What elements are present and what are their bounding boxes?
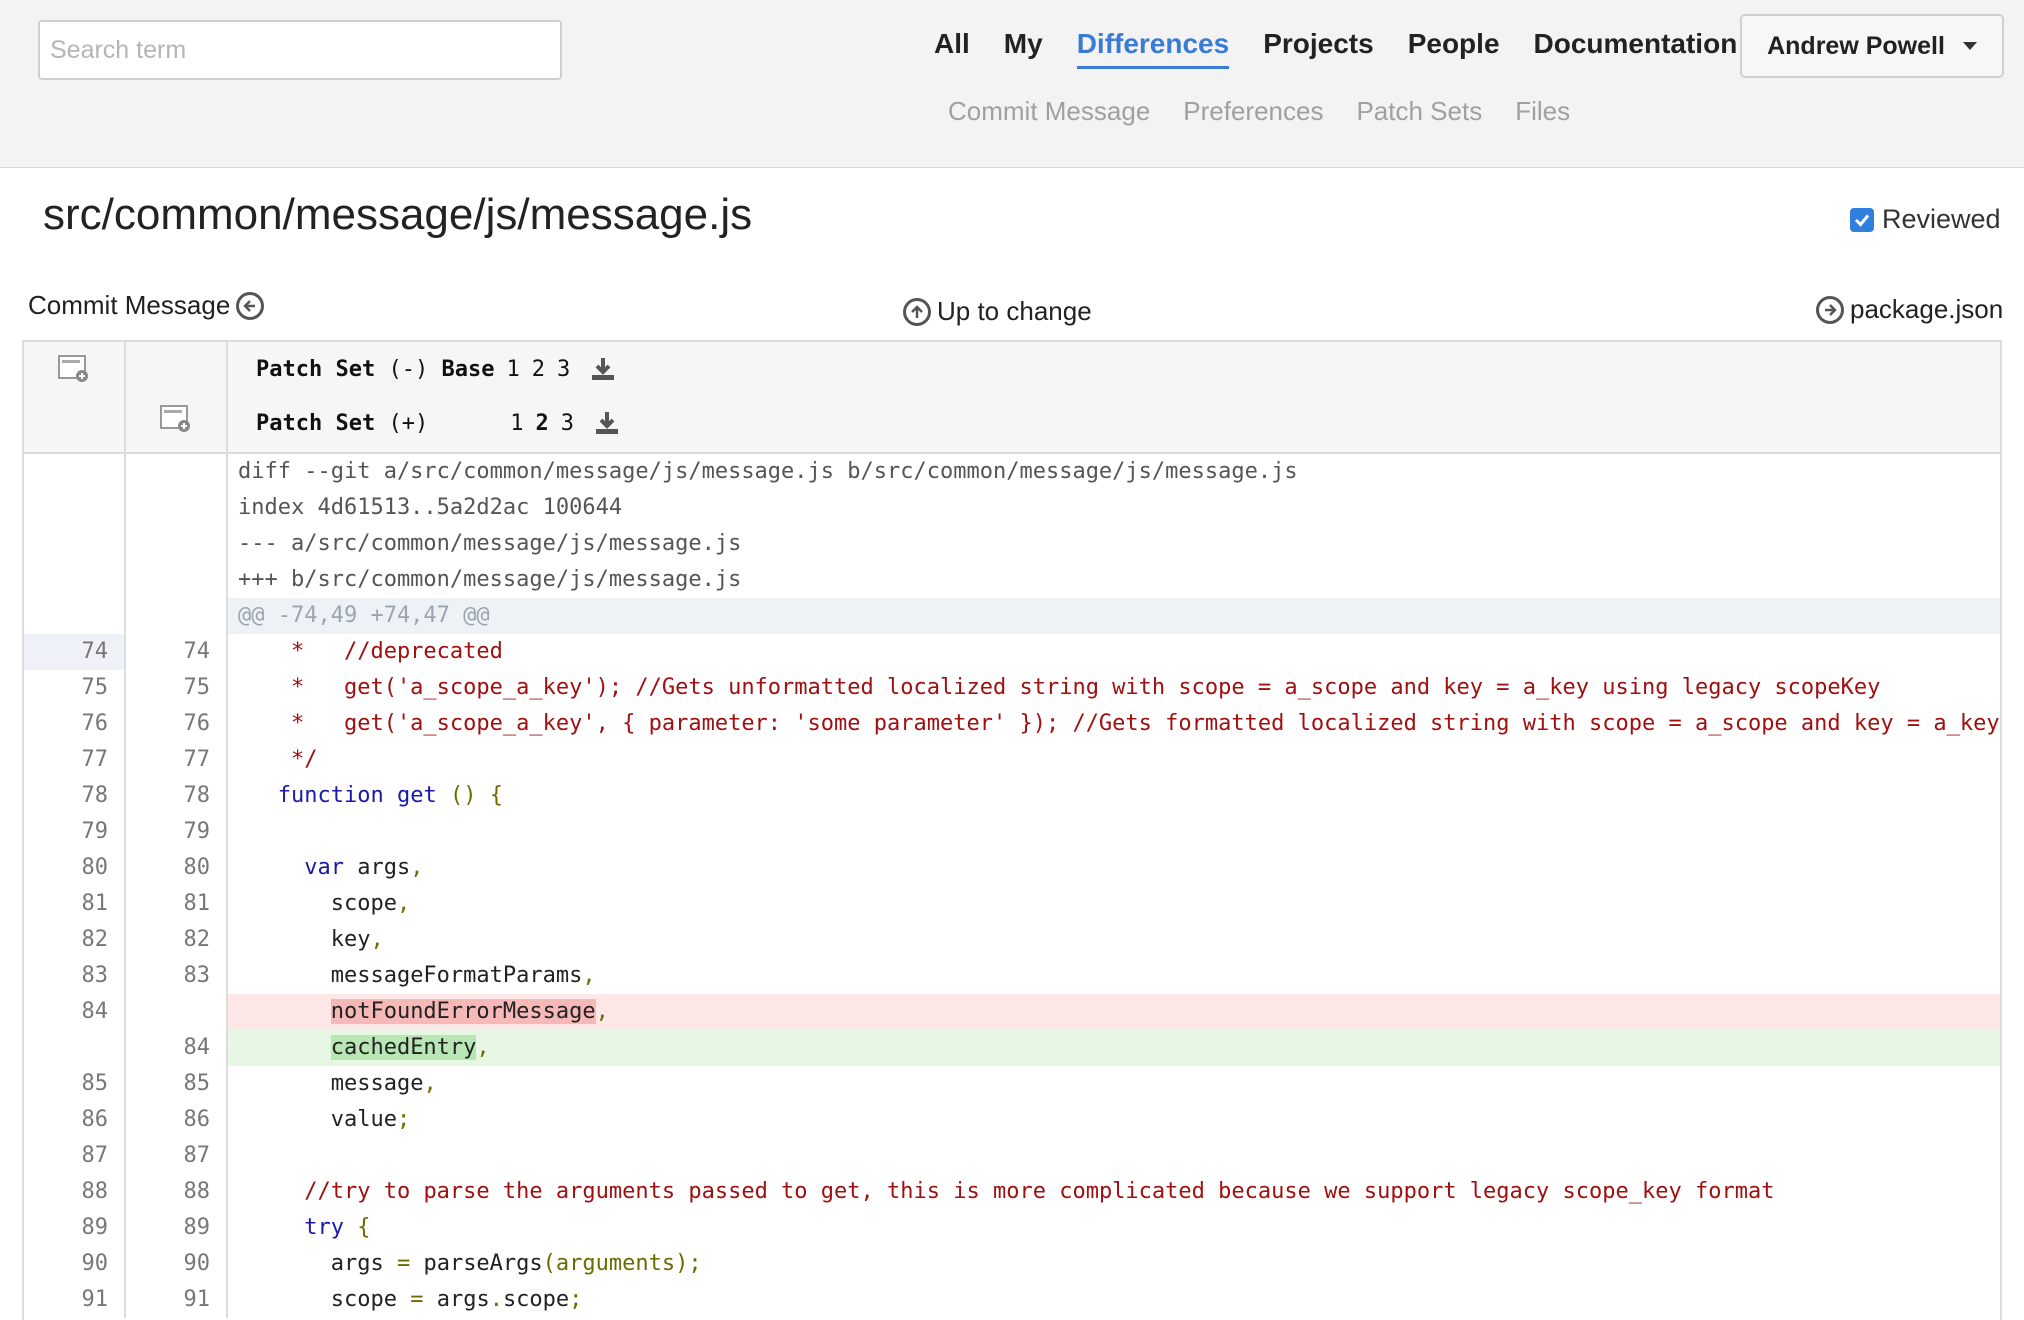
code-line: 88 88 //try to parse the arguments passed… [24, 1174, 2000, 1210]
code-line: 75 75 * get('a_scope_a_key'); //Gets unfo… [24, 670, 2000, 706]
diff-meta-line: diff --git a/src/common/message/js/messa… [24, 454, 2000, 490]
diff-lines: diff --git a/src/common/message/js/messa… [24, 454, 2000, 1318]
code-line: 85 85 message, [24, 1066, 2000, 1102]
arrow-right-icon [1816, 295, 1844, 324]
code-line: 76 76 * get('a_scope_a_key', { parameter:… [24, 706, 2000, 742]
nav-differences[interactable]: Differences [1076, 28, 1230, 69]
code-line: 91 91 scope = args.scope; [24, 1282, 2000, 1318]
patchset-2[interactable]: 2 [532, 357, 545, 382]
diff-meta-line: --- a/src/common/message/js/message.js [24, 526, 2000, 562]
next-file-link[interactable]: package.json [1816, 294, 2003, 325]
code-line: 79 79 [24, 814, 2000, 850]
nav-documentation[interactable]: Documentation [1534, 28, 1738, 69]
code-line: 90 90 args = parseArgs(arguments); [24, 1246, 2000, 1282]
download-icon[interactable] [594, 410, 620, 436]
subnav-files[interactable]: Files [1515, 96, 1570, 127]
add-comment-icon[interactable] [160, 404, 192, 434]
patchset-sign: (-) [388, 356, 429, 382]
arrow-left-icon [236, 291, 265, 320]
patchset-base[interactable]: Base [441, 357, 494, 382]
sub-nav: Commit Message Preferences Patch Sets Fi… [948, 96, 1603, 127]
code-line: 78 78 function get () { [24, 778, 2000, 814]
checkbox-checked-icon [1850, 207, 1874, 232]
patchset-new-row: Patch Set (+) 1 2 3 [256, 410, 620, 436]
left-gutter-header [24, 342, 126, 452]
patchset-label: Patch Set [256, 356, 376, 382]
hunk-header: @@ -74,49 +74,47 @@ [24, 598, 2000, 634]
nav-projects[interactable]: Projects [1263, 28, 1374, 69]
diff-meta-line: +++ b/src/common/message/js/message.js [24, 562, 2000, 598]
code-line: 80 80 var args, [24, 850, 2000, 886]
right-gutter-header [126, 342, 228, 452]
subnav-preferences[interactable]: Preferences [1183, 96, 1323, 127]
diff-viewer: Patch Set (-) Base 1 2 3 Patch Set (+) 1… [22, 340, 2002, 1320]
user-menu-button[interactable]: Andrew Powell [1740, 14, 2004, 78]
subnav-patch-sets[interactable]: Patch Sets [1356, 96, 1482, 127]
code-line: 74 74 * //deprecated [24, 634, 2000, 670]
code-line: 87 87 [24, 1138, 2000, 1174]
code-line: 81 81 scope, [24, 886, 2000, 922]
patchset-2[interactable]: 2 [535, 411, 548, 436]
add-comment-icon[interactable] [58, 354, 90, 384]
patchset-1[interactable]: 1 [510, 411, 523, 436]
subnav-commit-message[interactable]: Commit Message [948, 96, 1150, 127]
patchset-base-row: Patch Set (-) Base 1 2 3 [256, 356, 616, 382]
code-line: 77 77 */ [24, 742, 2000, 778]
patchset-3[interactable]: 3 [561, 411, 574, 436]
patchset-3[interactable]: 3 [557, 357, 570, 382]
code-line: 89 89 try { [24, 1210, 2000, 1246]
reviewed-label: Reviewed [1882, 204, 2001, 234]
patchset-label: Patch Set [256, 410, 376, 436]
diff-meta-line: index 4d61513..5a2d2ac 100644 [24, 490, 2000, 526]
diff-header: Patch Set (-) Base 1 2 3 Patch Set (+) 1… [24, 342, 2000, 454]
user-name: Andrew Powell [1767, 31, 1945, 60]
top-bar: All My Differences Projects People Docum… [0, 0, 2024, 168]
code-line: 83 83 messageFormatParams, [24, 958, 2000, 994]
page-title: src/common/message/js/message.js [43, 190, 753, 239]
patchset-sign: (+) [388, 410, 429, 436]
nav-all[interactable]: All [934, 28, 970, 69]
code-line: 82 82 key, [24, 922, 2000, 958]
caret-down-icon [1962, 42, 1977, 50]
nav-my[interactable]: My [1004, 28, 1043, 69]
code-line: 86 86 value; [24, 1102, 2000, 1138]
deleted-line: 84 notFoundErrorMessage, [24, 994, 2000, 1030]
main-nav: All My Differences Projects People Docum… [934, 28, 1771, 69]
download-icon[interactable] [590, 356, 616, 382]
up-to-change-link[interactable]: Up to change [903, 296, 1092, 327]
reviewed-checkbox[interactable]: Reviewed [1850, 204, 2001, 235]
next-file-label: package.json [1850, 294, 2004, 324]
patchset-1[interactable]: 1 [506, 357, 519, 382]
up-to-change-label: Up to change [937, 296, 1092, 326]
search-input[interactable] [38, 20, 562, 80]
nav-people[interactable]: People [1408, 28, 1500, 69]
prev-file-link[interactable]: Commit Message [28, 290, 265, 321]
prev-file-label: Commit Message [28, 290, 231, 320]
arrow-up-icon [903, 297, 931, 326]
added-line: 84 cachedEntry, [24, 1030, 2000, 1066]
